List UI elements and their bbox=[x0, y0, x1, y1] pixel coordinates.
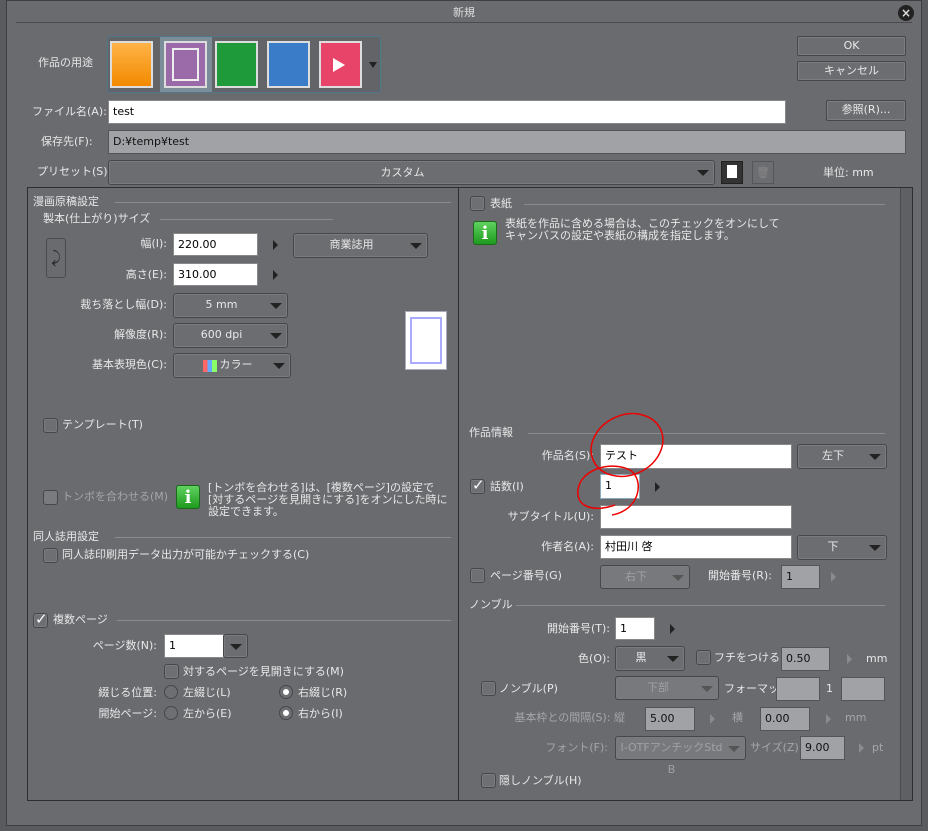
red-annotation-circles bbox=[577, 412, 664, 516]
